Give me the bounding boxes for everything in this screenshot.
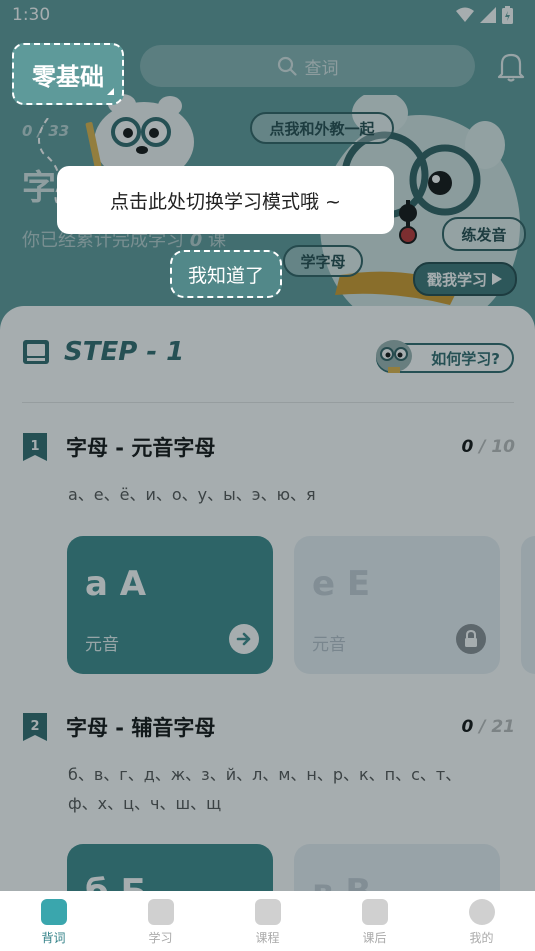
vocab-icon bbox=[40, 899, 67, 925]
grid-icon bbox=[254, 899, 281, 925]
nav-label: 我的 bbox=[469, 931, 494, 945]
nav-label: 课后 bbox=[362, 931, 387, 945]
letter-card-locked[interactable]: в В bbox=[294, 844, 500, 891]
card-letter: e E bbox=[312, 564, 371, 604]
nav-tab-profile[interactable]: 我的 bbox=[428, 891, 535, 951]
lesson-progress: 0 / 10 bbox=[461, 437, 515, 457]
status-time: 1:30 bbox=[12, 5, 51, 25]
got-it-label: 我知道了 bbox=[187, 264, 264, 287]
lesson-progress: 0 / 21 bbox=[461, 717, 515, 737]
lesson-header[interactable]: 2 字母 - 辅音字母 0 / 21 bbox=[22, 710, 515, 744]
learning-mode-button[interactable]: 零基础 bbox=[12, 43, 124, 105]
battery-icon bbox=[502, 6, 513, 24]
card-letter: a A bbox=[85, 564, 147, 604]
card-type: 元音 bbox=[312, 635, 346, 655]
play-icon bbox=[492, 273, 502, 285]
nav-tab-after-class[interactable]: 课后 bbox=[321, 891, 428, 951]
learning-mode-label: 零基础 bbox=[32, 62, 104, 91]
svg-text:1: 1 bbox=[30, 439, 39, 454]
step-row: STEP - 1 bbox=[22, 336, 184, 368]
nav-tab-study[interactable]: 学习 bbox=[107, 891, 214, 951]
card-letter: б Б bbox=[85, 872, 147, 891]
signal-icon bbox=[480, 7, 496, 23]
lesson-title: 字母 - 元音字母 bbox=[66, 436, 216, 460]
letter-card[interactable]: a A 元音 bbox=[67, 536, 273, 674]
book-open-icon bbox=[361, 899, 388, 925]
wifi-icon bbox=[456, 7, 474, 22]
status-bar: 1:30 bbox=[0, 0, 535, 30]
svg-text:2: 2 bbox=[30, 719, 39, 734]
book-icon bbox=[23, 340, 49, 364]
tooltip-text: 点击此处切换学习模式哦 ~ bbox=[110, 190, 341, 213]
search-icon bbox=[277, 56, 297, 76]
divider bbox=[22, 402, 514, 403]
lesson-number-badge: 1 bbox=[23, 433, 47, 461]
nav-label: 学习 bbox=[148, 931, 173, 945]
nav-tab-courses[interactable]: 课程 bbox=[214, 891, 321, 951]
letter-card[interactable]: б Б bbox=[67, 844, 273, 891]
how-to-learn-label: 如何学习? bbox=[431, 349, 500, 368]
chip-start-study[interactable]: 戳我学习 bbox=[413, 262, 517, 296]
lesson-header[interactable]: 1 字母 - 元音字母 0 / 10 bbox=[22, 430, 515, 464]
arrow-right-icon[interactable] bbox=[229, 624, 259, 654]
mascot-face-icon bbox=[376, 340, 412, 373]
chart-icon bbox=[147, 899, 174, 925]
card-letter: в В bbox=[312, 872, 371, 891]
profile-icon bbox=[468, 899, 495, 925]
search-placeholder: 查词 bbox=[304, 58, 339, 79]
nav-tab-vocab[interactable]: 背词 bbox=[0, 891, 107, 951]
nav-label: 背词 bbox=[41, 931, 66, 945]
search-bar[interactable]: 查词 bbox=[140, 45, 475, 87]
lesson-number-badge: 2 bbox=[23, 713, 47, 741]
chip-pronunciation[interactable]: 练发音 bbox=[442, 217, 526, 251]
nav-label: 课程 bbox=[255, 931, 280, 945]
chip-learn-letters[interactable]: 学字母 bbox=[283, 245, 363, 277]
bottom-nav: 背词 学习 课程 课后 我的 bbox=[0, 891, 535, 951]
lesson-letters: б、в、г、д、ж、з、й、л、м、н、р、к、п、с、т、ф、х、ц、ч、ш、… bbox=[68, 765, 462, 813]
status-icons bbox=[456, 6, 513, 24]
lesson-title: 字母 - 辅音字母 bbox=[66, 716, 216, 740]
step-title: STEP - 1 bbox=[64, 337, 185, 367]
card-type: 元音 bbox=[85, 635, 119, 655]
lesson-letters: а、е、ё、и、о、у、ы、э、ю、я bbox=[68, 485, 316, 504]
got-it-button[interactable]: 我知道了 bbox=[170, 250, 282, 298]
tutorial-tooltip: 点击此处切换学习模式哦 ~ bbox=[57, 166, 394, 234]
dropdown-corner-icon bbox=[107, 88, 114, 95]
chip-foreign-teacher[interactable]: 点我和外教一起 bbox=[250, 112, 394, 144]
letter-card-locked[interactable]: e E 元音 bbox=[294, 536, 500, 674]
letter-card-peek bbox=[521, 536, 535, 674]
lock-icon bbox=[456, 624, 486, 654]
bell-icon[interactable] bbox=[496, 50, 526, 82]
